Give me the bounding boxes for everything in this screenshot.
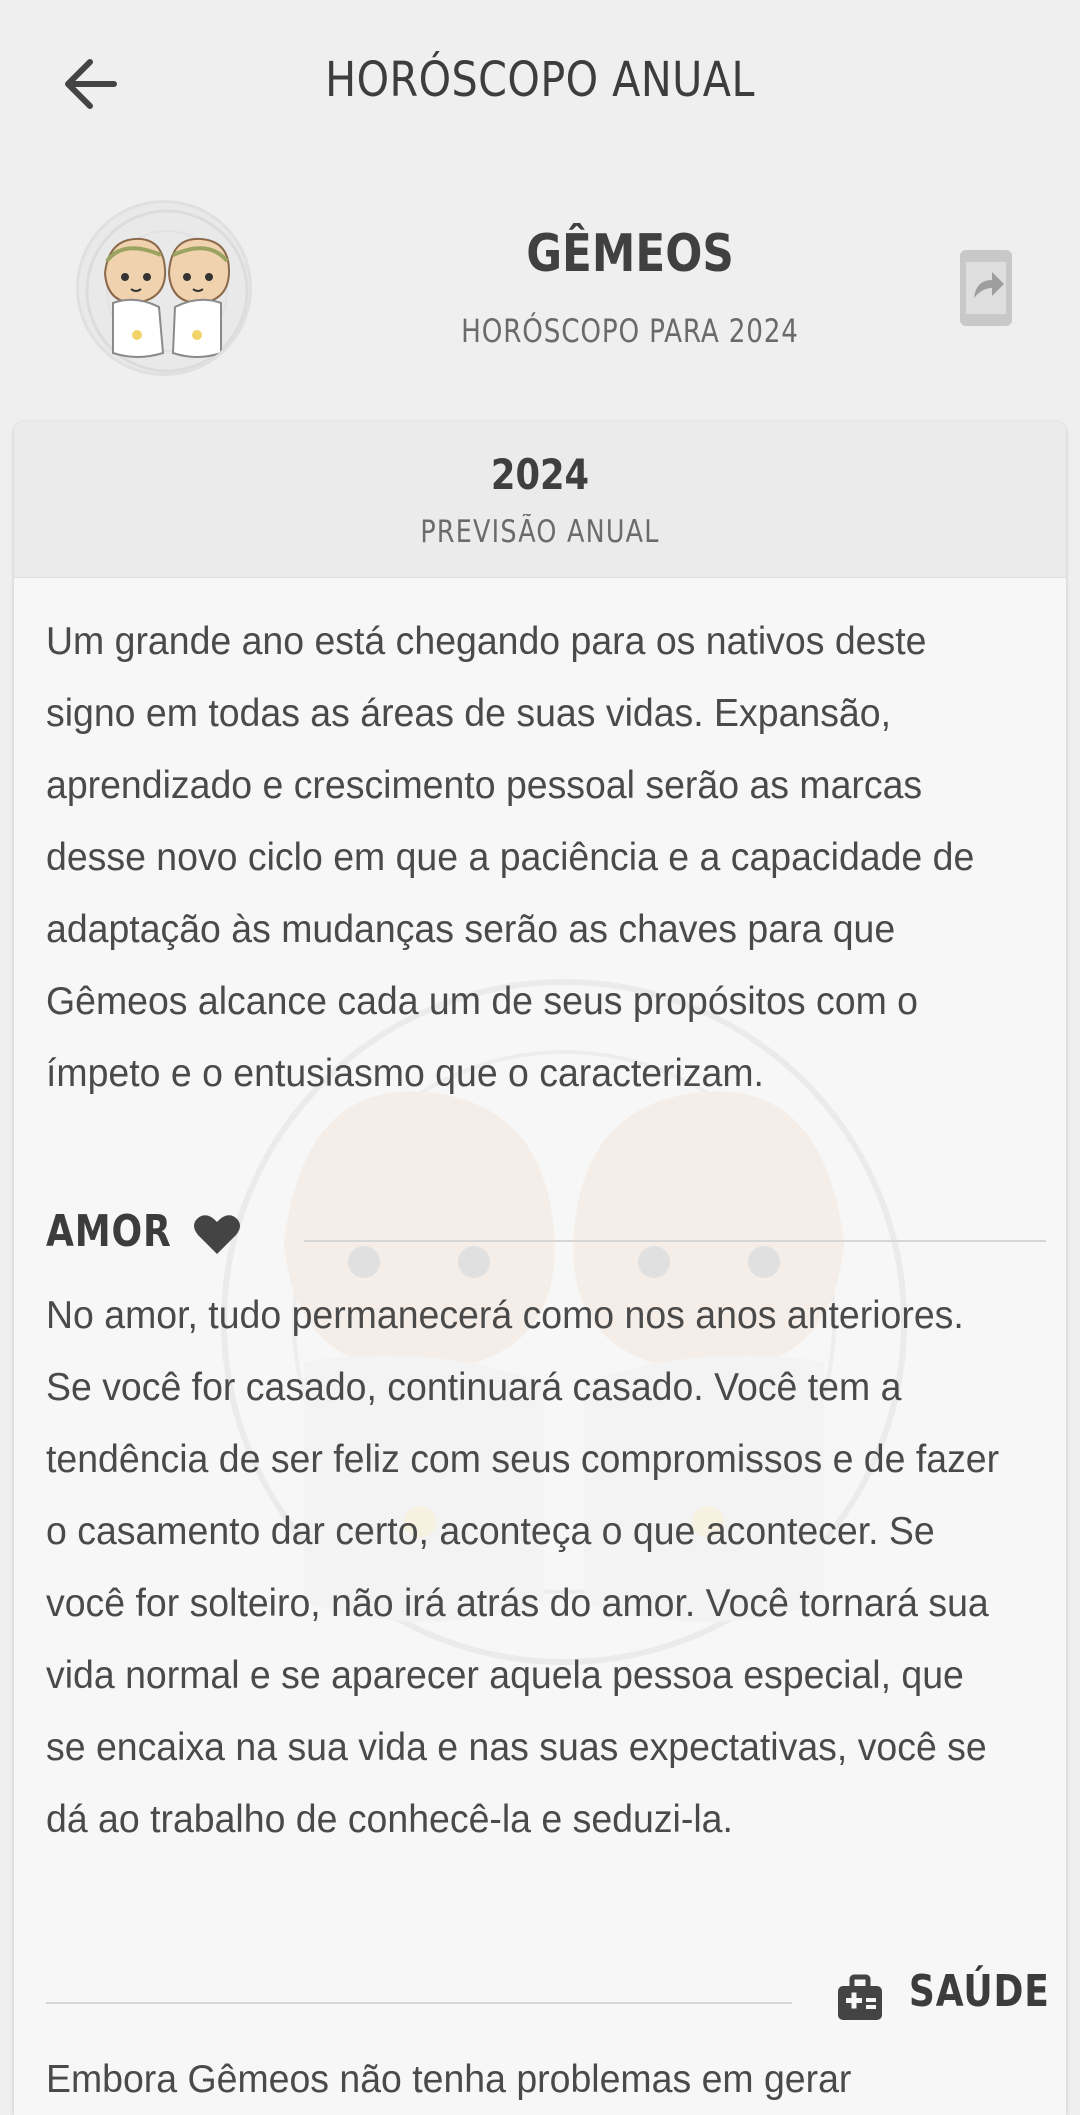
sign-name: GÊMEOS xyxy=(526,224,734,284)
sign-header: GÊMEOS HORÓSCOPO PARA 2024 xyxy=(0,168,1080,418)
gemini-twins-avatar xyxy=(76,200,252,376)
health-divider xyxy=(46,2002,792,2004)
top-bar: HORÓSCOPO ANUAL xyxy=(0,0,1080,168)
card-header: 2024 PREVISÃO ANUAL xyxy=(14,422,1066,578)
health-section-header: SAÚDE xyxy=(46,1952,1050,2032)
forecast-year: 2024 xyxy=(490,450,590,499)
heart-icon xyxy=(194,1215,240,1254)
love-section-header: AMOR xyxy=(46,1192,1046,1272)
forecast-label: PREVISÃO ANUAL xyxy=(420,514,660,550)
annual-forecast-card: 2024 PREVISÃO ANUAL Um grande ano está c… xyxy=(14,422,1066,2115)
intro-paragraph: Um grande ano está chegando para os nati… xyxy=(46,620,975,1095)
share-icon xyxy=(960,250,1012,326)
love-divider xyxy=(304,1240,1046,1242)
love-paragraph: No amor, tudo permanecerá como nos anos … xyxy=(46,1294,1000,1841)
health-title: SAÚDE xyxy=(909,1966,1050,2017)
page-title: HORÓSCOPO ANUAL xyxy=(325,52,755,108)
love-title: AMOR xyxy=(46,1206,172,1257)
share-button[interactable] xyxy=(956,246,1016,330)
health-paragraph: Embora Gêmeos não tenha problemas em ger… xyxy=(46,2058,852,2101)
app-screen: HORÓSCOPO ANUAL GÊMEOS HORÓSCOPO PARA 20… xyxy=(0,0,1080,2115)
medical-kit-icon xyxy=(838,1974,882,2020)
sign-subtitle: HORÓSCOPO PARA 2024 xyxy=(461,312,799,350)
